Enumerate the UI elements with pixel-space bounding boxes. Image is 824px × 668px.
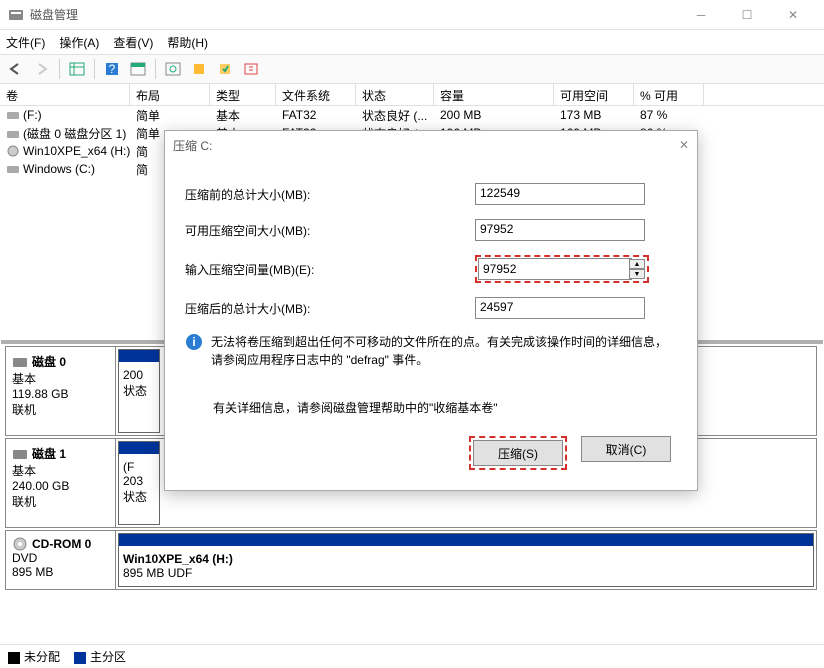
partition[interactable]: (F203状态 — [118, 441, 160, 525]
shrink-button[interactable]: 压缩(S) — [473, 440, 563, 466]
help-icon[interactable]: ? — [100, 57, 124, 81]
col-status[interactable]: 状态 — [356, 84, 434, 105]
disk-icon — [12, 355, 28, 369]
refresh-icon[interactable] — [161, 57, 185, 81]
shrink-amount-label: 输入压缩空间量(MB)(E): — [185, 261, 475, 278]
avail-shrink-label: 可用压缩空间大小(MB): — [185, 222, 475, 239]
partition[interactable]: Win10XPE_x64 (H:)895 MB UDF — [118, 533, 814, 587]
menu-help[interactable]: 帮助(H) — [167, 34, 208, 51]
spin-down-button[interactable]: ▼ — [629, 269, 645, 279]
help-link-text: 有关详细信息，请参阅磁盘管理帮助中的"收缩基本卷" — [213, 399, 677, 416]
info-icon: i — [185, 333, 203, 351]
col-volume[interactable]: 卷 — [0, 84, 130, 105]
col-free[interactable]: 可用空间 — [554, 84, 634, 105]
toolbar-icon-2[interactable] — [126, 57, 150, 81]
legend-primary: 主分区 — [90, 650, 126, 664]
after-size-value: 24597 — [475, 297, 645, 319]
maximize-button[interactable]: ☐ — [724, 0, 770, 30]
after-size-label: 压缩后的总计大小(MB): — [185, 300, 475, 317]
menu-action[interactable]: 操作(A) — [59, 34, 99, 51]
back-button[interactable] — [4, 57, 28, 81]
forward-button[interactable] — [30, 57, 54, 81]
dialog-title: 压缩 C: — [173, 137, 212, 154]
view-list-icon[interactable] — [65, 57, 89, 81]
menu-file[interactable]: 文件(F) — [6, 34, 45, 51]
menubar: 文件(F) 操作(A) 查看(V) 帮助(H) — [0, 30, 824, 54]
cdrom-0-block: CD-ROM 0 DVD 895 MB Win10XPE_x64 (H:)895… — [5, 530, 817, 590]
info-text: 无法将卷压缩到超出任何不可移动的文件所在的点。有关完成该操作时间的详细信息，请参… — [211, 333, 677, 369]
col-type[interactable]: 类型 — [210, 84, 276, 105]
before-size-value: 122549 — [475, 183, 645, 205]
col-layout[interactable]: 布局 — [130, 84, 210, 105]
spin-up-button[interactable]: ▲ — [629, 259, 645, 269]
col-pct[interactable]: % 可用 — [634, 84, 704, 105]
avail-shrink-value: 97952 — [475, 219, 645, 241]
minimize-button[interactable]: ─ — [678, 0, 724, 30]
shrink-dialog: 压缩 C: ✕ 压缩前的总计大小(MB): 122549 可用压缩空间大小(MB… — [164, 130, 698, 491]
grid-header: 卷 布局 类型 文件系统 状态 容量 可用空间 % 可用 — [0, 84, 824, 106]
toolbar-icon-4[interactable] — [187, 57, 211, 81]
col-fs[interactable]: 文件系统 — [276, 84, 356, 105]
window-title: 磁盘管理 — [30, 6, 678, 23]
disk-icon — [12, 447, 28, 461]
toolbar-icon-5[interactable] — [213, 57, 237, 81]
cdrom-icon — [12, 537, 28, 551]
close-button[interactable]: ✕ — [770, 0, 816, 30]
table-row[interactable]: (F:) 简单 基本 FAT32 状态良好 (... 200 MB 173 MB… — [0, 106, 824, 124]
menu-view[interactable]: 查看(V) — [113, 34, 153, 51]
toolbar: ? — [0, 54, 824, 84]
shrink-amount-input[interactable] — [478, 258, 632, 280]
app-icon — [8, 7, 24, 23]
svg-text:i: i — [192, 335, 195, 349]
cancel-button[interactable]: 取消(C) — [581, 436, 671, 462]
toolbar-icon-6[interactable] — [239, 57, 263, 81]
legend-unallocated: 未分配 — [24, 650, 60, 664]
svg-text:?: ? — [109, 62, 116, 76]
col-capacity[interactable]: 容量 — [434, 84, 554, 105]
dialog-close-button[interactable]: ✕ — [679, 138, 689, 152]
partition[interactable]: 200状态 — [118, 349, 160, 433]
legend: 未分配 主分区 — [0, 644, 824, 668]
before-size-label: 压缩前的总计大小(MB): — [185, 186, 475, 203]
titlebar: 磁盘管理 ─ ☐ ✕ — [0, 0, 824, 30]
